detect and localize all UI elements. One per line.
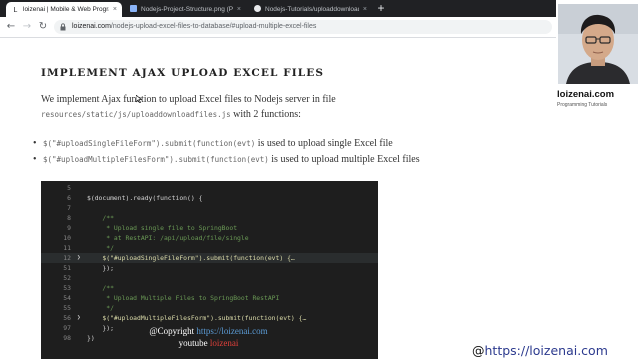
tab-label: Nodejs-Project-Structure.png (PNG bbox=[141, 6, 233, 13]
url-text[interactable]: loizenai.com/nodejs-upload-excel-files-t… bbox=[72, 20, 316, 34]
watermark-channel: loizenai bbox=[209, 338, 239, 348]
site-url: https://loizenai.com bbox=[484, 343, 608, 358]
tab-project-structure[interactable]: Nodejs-Project-Structure.png (PNG × bbox=[124, 2, 246, 17]
watermark-youtube: youtube bbox=[178, 338, 208, 348]
tab-label: loizenai | Mobile & Web Programming bbox=[23, 6, 109, 13]
brand-name: loizenai.com bbox=[557, 89, 615, 100]
code-text: }); bbox=[87, 264, 114, 272]
intro-suffix: with 2 functions: bbox=[233, 109, 301, 120]
code-line: 53 /** bbox=[63, 284, 114, 292]
code-comment: * at RestAPI: /api/upload/file/single bbox=[87, 234, 249, 242]
code-comment: /** bbox=[87, 284, 114, 292]
brand-tagline: Programming Tutorials bbox=[557, 102, 608, 108]
back-icon[interactable]: ← bbox=[4, 20, 18, 34]
code-comment: * Upload Multiple Files to SpringBoot Re… bbox=[87, 294, 280, 302]
intro-path-line: resources/static/js/uploaddownloadfiles.… bbox=[41, 109, 301, 120]
section-heading: IMPLEMENT AJAX UPLOAD EXCEL FILES bbox=[41, 67, 325, 79]
code-comment: /** bbox=[87, 214, 114, 222]
close-tab-icon[interactable]: × bbox=[113, 2, 117, 17]
new-tab-icon[interactable]: + bbox=[374, 2, 388, 16]
code-line: 52 bbox=[63, 274, 71, 282]
list-item: • $("#uploadSingleFileForm").submit(funct… bbox=[33, 138, 393, 149]
code-line: 55 */ bbox=[63, 304, 114, 312]
code-line: 9 * Upload single file to SpringBoot bbox=[67, 224, 238, 232]
mouse-cursor-icon bbox=[135, 90, 143, 104]
lock-icon[interactable] bbox=[60, 20, 66, 37]
image-favicon-icon bbox=[130, 5, 137, 12]
reload-icon[interactable]: ↻ bbox=[36, 20, 50, 34]
code-line: 7 bbox=[67, 204, 71, 212]
github-favicon-icon bbox=[254, 5, 261, 12]
intro-text: We implement Ajax function to upload Exc… bbox=[41, 94, 336, 105]
code-text: $(document).ready(function() { bbox=[87, 194, 203, 202]
loizenai-favicon-icon: L bbox=[12, 7, 19, 14]
tab-strip: Lloizenai | Mobile & Web Programming × N… bbox=[0, 0, 640, 17]
code-line: 51 }); bbox=[63, 264, 114, 272]
url-host: loizenai.com bbox=[72, 23, 111, 30]
tab-loizenai[interactable]: Lloizenai | Mobile & Web Programming × bbox=[6, 2, 122, 17]
code-line: 10 * at RestAPI: /api/upload/file/single bbox=[63, 234, 249, 242]
tab-label: Nodejs-Tutorials/uploaddownloadfiles bbox=[265, 6, 359, 13]
code-line: 56 ❯ $("#uploadMultipleFilesForm").submit… bbox=[63, 313, 307, 323]
fold-chevron-icon[interactable]: ❯ bbox=[77, 313, 81, 323]
code-line: 54 * Upload Multiple Files to SpringBoot… bbox=[63, 294, 280, 302]
url-path: /nodejs-upload-excel-files-to-database/#… bbox=[110, 23, 317, 30]
inline-code: $("#uploadSingleFileForm").submit(functi… bbox=[43, 139, 256, 148]
list-item-text: is used to upload multiple Excel files bbox=[271, 154, 420, 165]
code-text: $("#uploadMultipleFilesForm").submit(fun… bbox=[87, 314, 307, 322]
tab-github[interactable]: Nodejs-Tutorials/uploaddownloadfiles × bbox=[248, 2, 372, 17]
code-comment: */ bbox=[87, 304, 114, 312]
presenter-card: loizenai.com Programming Tutorials bbox=[556, 0, 640, 114]
watermark-prefix: @Copyright bbox=[149, 326, 195, 336]
code-text: $("#uploadSingleFileForm").submit(functi… bbox=[87, 254, 295, 262]
forward-icon[interactable]: → bbox=[20, 20, 34, 34]
close-tab-icon[interactable]: × bbox=[363, 2, 367, 17]
site-url-badge: @https://loizenai.com bbox=[466, 341, 640, 360]
watermark-link[interactable]: https://loizenai.com bbox=[196, 326, 267, 336]
code-line: 8 /** bbox=[67, 214, 114, 222]
browser-toolbar: ← → ↻ loizenai.com/nodejs-upload-excel-f… bbox=[0, 17, 640, 38]
code-comment: * Upload single file to SpringBoot bbox=[87, 224, 238, 232]
list-item-text: is used to upload single Excel file bbox=[257, 138, 393, 149]
file-path-code: resources/static/js/uploaddownloadfiles.… bbox=[41, 110, 231, 119]
close-tab-icon[interactable]: × bbox=[237, 2, 241, 17]
code-line: 5 bbox=[67, 184, 71, 192]
address-bar[interactable]: loizenai.com/nodejs-upload-excel-files-t… bbox=[54, 20, 552, 34]
code-line: 6 $(document).ready(function() { bbox=[67, 194, 203, 202]
fold-chevron-icon[interactable]: ❯ bbox=[77, 253, 81, 263]
code-line: 11 */ bbox=[63, 244, 114, 252]
presenter-avatar bbox=[558, 4, 638, 84]
copyright-watermark: @Copyright https://loizenai.com youtube … bbox=[40, 325, 377, 349]
inline-code: $("#uploadMultipleFilesForm").submit(fun… bbox=[43, 155, 269, 164]
intro-paragraph: We implement Ajax function to upload Exc… bbox=[41, 94, 336, 105]
at-sign: @ bbox=[472, 343, 485, 358]
code-comment: */ bbox=[87, 244, 114, 252]
list-item: • $("#uploadMultipleFilesForm").submit(fu… bbox=[33, 154, 420, 165]
code-line: 12 ❯ $("#uploadSingleFileForm").submit(fu… bbox=[41, 253, 378, 263]
